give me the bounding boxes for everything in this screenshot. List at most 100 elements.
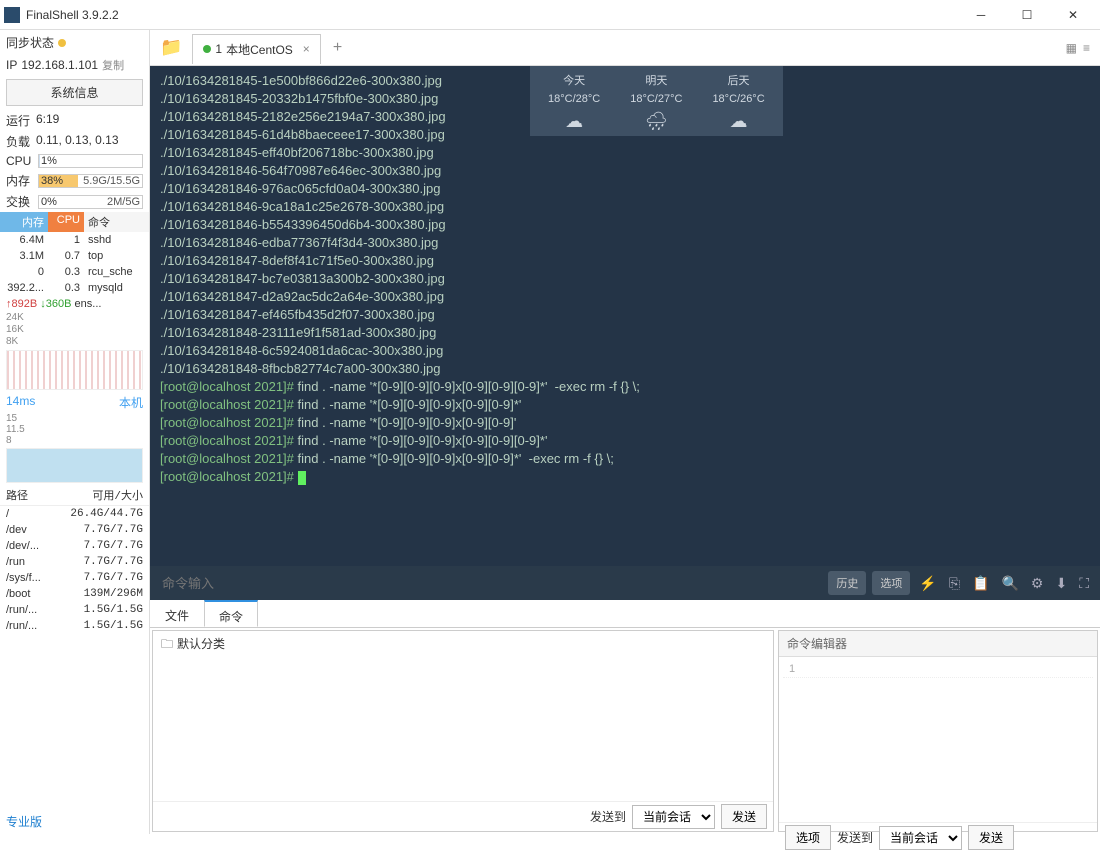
content: 📁 1 本地CentOS × + ▦ ≡ 今天18°C/28°C☁ 明天18°C…: [150, 30, 1100, 834]
tab-number: 1: [215, 42, 222, 56]
bolt-icon[interactable]: ⚡: [916, 575, 939, 592]
latency-value: 14ms: [6, 394, 35, 411]
lat-scale: 1511.58: [0, 413, 149, 446]
folder-icon: 🗀: [161, 635, 173, 656]
latency-chart: [6, 448, 143, 483]
rain-icon: 🌧: [630, 112, 682, 130]
list-view-icon[interactable]: ≡: [1083, 41, 1090, 55]
table-row[interactable]: /26.4G/44.7G: [0, 506, 149, 522]
table-row[interactable]: /run/...1.5G/1.5G: [0, 618, 149, 634]
session-select[interactable]: 当前会话: [879, 826, 962, 850]
table-row[interactable]: 392.2...0.3mysqld: [0, 280, 149, 296]
system-info-button[interactable]: 系统信息: [6, 79, 143, 106]
right-footer: 选项 发送到 当前会话 发送: [779, 822, 1097, 852]
tab-file[interactable]: 文件: [150, 600, 204, 627]
table-row[interactable]: 6.4M1sshd: [0, 232, 149, 248]
sidebar: 同步状态 IP 192.168.1.101 复制 系统信息 运行6:19 负载0…: [0, 30, 150, 834]
session-select[interactable]: 当前会话: [632, 805, 715, 829]
net-stats: ↑892B ↓360B ens...: [0, 296, 149, 312]
sync-label: 同步状态: [6, 34, 54, 51]
search-icon[interactable]: 🔍: [998, 575, 1021, 592]
weather-dayafter: 后天18°C/26°C☁: [712, 72, 764, 130]
close-button[interactable]: ✕: [1050, 0, 1096, 30]
tab-command[interactable]: 命令: [204, 600, 258, 627]
table-row[interactable]: /run/...1.5G/1.5G: [0, 602, 149, 618]
terminal-line: ./10/1634281847-ef465fb435d2f07-300x380.…: [160, 306, 1090, 324]
gear-icon[interactable]: ⚙: [1028, 575, 1047, 592]
app-icon: [4, 7, 20, 23]
ip-label: IP: [6, 58, 17, 72]
terminal-line: ./10/1634281847-8def8f41c71f5e0-300x380.…: [160, 252, 1090, 270]
copy-ip-button[interactable]: 复制: [102, 57, 124, 73]
command-editor[interactable]: 1: [779, 657, 1097, 682]
grid-view-icon[interactable]: ▦: [1066, 41, 1077, 55]
close-tab-icon[interactable]: ×: [303, 42, 310, 56]
window-title: FinalShell 3.9.2.2: [26, 8, 958, 22]
load-label: 负载: [6, 133, 36, 150]
net-down: ↓360B: [40, 298, 71, 310]
terminal-line: ./10/1634281846-976ac065cfd0a04-300x380.…: [160, 180, 1090, 198]
cpu-meter: CPU 1%: [0, 152, 149, 170]
ip-value: 192.168.1.101: [21, 58, 98, 72]
table-row[interactable]: /sys/f...7.7G/7.7G: [0, 570, 149, 586]
disk-col-size[interactable]: 可用/大小: [52, 487, 143, 503]
history-button[interactable]: 历史: [828, 571, 866, 595]
process-table: 内存 CPU 命令 6.4M1sshd3.1M0.7top00.3rcu_sch…: [0, 212, 149, 296]
command-input[interactable]: [158, 572, 822, 595]
send-to-label: 发送到: [837, 829, 873, 846]
uptime-label: 运行: [6, 112, 36, 129]
paste-icon[interactable]: 📋: [969, 575, 992, 592]
tabbar: 📁 1 本地CentOS × + ▦ ≡: [150, 30, 1100, 66]
terminal-prompt-line: [root@localhost 2021]# find . -name '*[0…: [160, 378, 1090, 396]
copy-icon[interactable]: ⎘: [946, 575, 963, 592]
minimize-button[interactable]: ─: [958, 0, 1004, 30]
table-row[interactable]: 00.3rcu_sche: [0, 264, 149, 280]
line-number: 1: [783, 661, 1093, 678]
add-tab-button[interactable]: +: [325, 35, 350, 61]
table-row[interactable]: /dev7.7G/7.7G: [0, 522, 149, 538]
ip-row: IP 192.168.1.101 复制: [0, 55, 149, 75]
table-row[interactable]: /run7.7G/7.7G: [0, 554, 149, 570]
terminal-line: ./10/1634281846-b5543396450d6b4-300x380.…: [160, 216, 1090, 234]
uptime-value: 6:19: [36, 112, 143, 129]
table-row[interactable]: 3.1M0.7top: [0, 248, 149, 264]
terminal-prompt-line: [root@localhost 2021]# find . -name '*[0…: [160, 414, 1090, 432]
cloud-icon: ☁: [712, 112, 764, 130]
terminal-prompt-line: [root@localhost 2021]# find . -name '*[0…: [160, 450, 1090, 468]
status-dot-icon: [203, 45, 211, 53]
tab-centos[interactable]: 1 本地CentOS ×: [192, 34, 320, 64]
terminal-line: ./10/1634281848-6c5924081da6cac-300x380.…: [160, 342, 1090, 360]
maximize-button[interactable]: ☐: [1004, 0, 1050, 30]
terminal-prompt-line: [root@localhost 2021]# find . -name '*[0…: [160, 432, 1090, 450]
default-category[interactable]: 🗀默认分类: [153, 631, 773, 660]
command-input-row: 历史 选项 ⚡ ⎘ 📋 🔍 ⚙ ⬇ ⛶: [150, 566, 1100, 600]
table-row[interactable]: /dev/...7.7G/7.7G: [0, 538, 149, 554]
mem-meter: 内存 38%5.9G/15.5G: [0, 170, 149, 191]
proc-col-mem[interactable]: 内存: [0, 212, 48, 232]
terminal[interactable]: 今天18°C/28°C☁ 明天18°C/27°C🌧 后天18°C/26°C☁ .…: [150, 66, 1100, 566]
swap-meter: 交换 0%2M/5G: [0, 191, 149, 212]
fullscreen-icon[interactable]: ⛶: [1076, 575, 1092, 592]
weather-overlay: 今天18°C/28°C☁ 明天18°C/27°C🌧 后天18°C/26°C☁: [530, 66, 783, 136]
load-value: 0.11, 0.13, 0.13: [36, 133, 143, 150]
terminal-line: ./10/1634281848-8fbcb82774c7a00-300x380.…: [160, 360, 1090, 378]
sync-status: 同步状态: [0, 30, 149, 55]
net-scale: 24K16K8K: [0, 312, 149, 348]
disk-col-path[interactable]: 路径: [6, 487, 52, 503]
options-button[interactable]: 选项: [872, 571, 910, 595]
local-label[interactable]: 本机: [119, 394, 143, 411]
terminal-line: ./10/1634281847-bc7e03813a300b2-300x380.…: [160, 270, 1090, 288]
proc-col-cpu[interactable]: CPU: [48, 212, 84, 232]
download-icon[interactable]: ⬇: [1052, 575, 1070, 592]
pro-link[interactable]: 专业版: [0, 809, 149, 834]
send-button[interactable]: 发送: [968, 825, 1014, 850]
terminal-prompt-line: [root@localhost 2021]# find . -name '*[0…: [160, 396, 1090, 414]
folder-icon[interactable]: 📁: [154, 37, 188, 58]
left-footer: 发送到 当前会话 发送: [153, 801, 773, 831]
weather-tomorrow: 明天18°C/27°C🌧: [630, 72, 682, 130]
options-button[interactable]: 选项: [785, 825, 831, 850]
proc-col-cmd[interactable]: 命令: [84, 212, 149, 232]
table-row[interactable]: /boot139M/296M: [0, 586, 149, 602]
terminal-line: ./10/1634281845-eff40bf206718bc-300x380.…: [160, 144, 1090, 162]
send-button[interactable]: 发送: [721, 804, 767, 829]
